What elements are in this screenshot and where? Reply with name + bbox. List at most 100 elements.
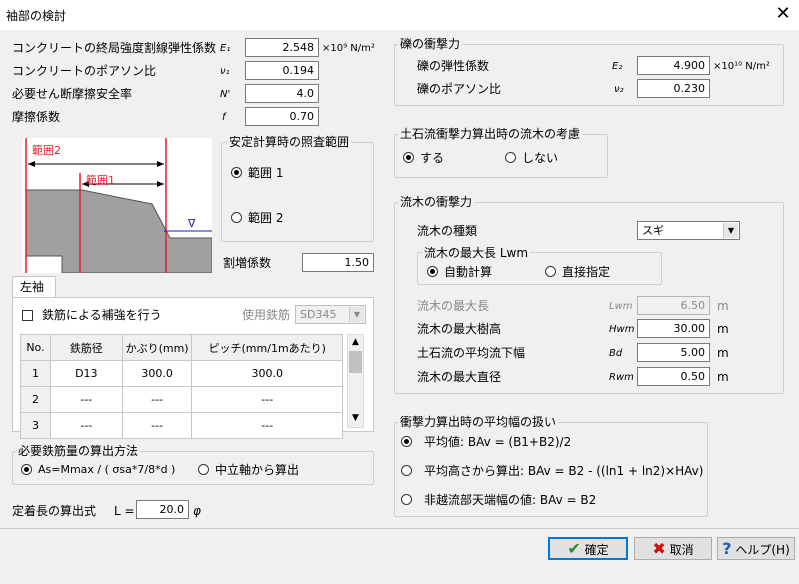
unit-wood-maxlen: m bbox=[717, 299, 729, 313]
label-gravel-modulus: 礫の弾性係数 bbox=[417, 59, 490, 73]
width-avg-radio[interactable] bbox=[401, 436, 412, 447]
cell-cover[interactable]: 300.0 bbox=[121, 360, 193, 387]
width-group-title: 衝撃力算出時の平均幅の扱い bbox=[398, 415, 559, 429]
cross-icon: ✖ bbox=[652, 539, 666, 558]
row-number: 2 bbox=[20, 386, 51, 413]
scroll-thumb[interactable] bbox=[349, 351, 362, 373]
chevron-down-icon: ▼ bbox=[723, 223, 738, 238]
cell-pitch[interactable]: --- bbox=[191, 386, 343, 413]
close-button[interactable]: ✕ bbox=[772, 3, 794, 25]
help-button[interactable]: ? ヘルプ(H) bbox=[717, 537, 795, 560]
flow-width-input[interactable]: 5.00 bbox=[637, 343, 710, 362]
wood-group-title: 流木の衝撃力 bbox=[398, 195, 475, 209]
cell-cover[interactable]: --- bbox=[121, 412, 193, 439]
symbol-nu2: ν₂ bbox=[614, 84, 624, 95]
range1-radio[interactable] bbox=[231, 167, 242, 178]
method-group-title: 必要鉄筋量の算出方法 bbox=[16, 444, 141, 458]
method-neutral-radio[interactable] bbox=[198, 464, 209, 475]
label-wood-maxlen: 流木の最大長 bbox=[417, 299, 490, 313]
table-row[interactable]: 1 D13 300.0 300.0 bbox=[20, 360, 343, 387]
label-gravel-poisson: 礫のポアソン比 bbox=[417, 82, 502, 96]
maxlen-auto-radio[interactable] bbox=[427, 266, 438, 277]
range2-radio[interactable] bbox=[231, 212, 242, 223]
table-row[interactable]: 3 --- --- --- bbox=[20, 412, 343, 439]
help-label: ヘルプ(H) bbox=[735, 543, 790, 557]
symbol-hwm: Hwm bbox=[609, 324, 635, 335]
cell-diameter[interactable]: --- bbox=[49, 412, 123, 439]
range2-label: 範囲2 bbox=[32, 144, 61, 157]
table-row[interactable]: 2 --- --- --- bbox=[20, 386, 343, 413]
shear-safety-input[interactable]: 4.0 bbox=[245, 84, 319, 103]
range1-label: 範囲1 bbox=[86, 174, 115, 187]
symbol-f: f bbox=[222, 112, 226, 123]
debris-yes-option[interactable]: する bbox=[420, 151, 444, 165]
label-friction: 摩擦係数 bbox=[12, 110, 61, 124]
check-icon: ✔ bbox=[567, 539, 581, 558]
rebar-check-label[interactable]: 鉄筋による補強を行う bbox=[42, 308, 162, 322]
method-mmax-option[interactable]: As=Mmax / ( σsa*7/8*d ) bbox=[38, 463, 175, 477]
gravel-poisson-input[interactable]: 0.230 bbox=[637, 79, 710, 98]
title-bar: 袖部の検討 ✕ bbox=[0, 0, 799, 30]
label-anchor-length: 定着長の算出式 bbox=[12, 504, 97, 518]
tab-left-wing[interactable]: 左袖 bbox=[12, 276, 56, 298]
symbol-nu1: ν₁ bbox=[220, 66, 230, 77]
extra-factor-input[interactable]: 1.50 bbox=[302, 253, 374, 272]
col-cover: かぶり(mm) bbox=[121, 334, 193, 361]
scroll-up-icon[interactable]: ▲ bbox=[348, 335, 363, 350]
chevron-down-icon: ▼ bbox=[349, 307, 364, 322]
debris-no-radio[interactable] bbox=[505, 152, 516, 163]
scroll-down-icon[interactable]: ▼ bbox=[348, 411, 363, 426]
method-neutral-option[interactable]: 中立軸から算出 bbox=[215, 463, 299, 477]
wing-figure: 範囲2 範囲1 ∇ bbox=[22, 138, 213, 274]
wood-maxlen-input[interactable]: 6.50 bbox=[637, 296, 710, 315]
wood-type-select[interactable]: スギ ▼ bbox=[637, 221, 740, 240]
range2-option[interactable]: 範囲 2 bbox=[248, 211, 283, 225]
label-concrete-poisson: コンクリートのポアソン比 bbox=[12, 64, 157, 78]
width-crest-option[interactable]: 非越流部天端幅の値: BAv = B2 bbox=[424, 493, 596, 507]
divider bbox=[0, 528, 799, 529]
width-height-radio[interactable] bbox=[401, 465, 412, 476]
steel-select[interactable]: SD345 ▼ bbox=[295, 305, 366, 324]
debris-no-option[interactable]: しない bbox=[522, 151, 558, 165]
range1-option[interactable]: 範囲 1 bbox=[248, 166, 283, 180]
rebar-checkbox[interactable] bbox=[22, 310, 33, 321]
gravel-group bbox=[394, 44, 784, 106]
dialog-body: コンクリートの終局強度割線弾性係数 E₁ 2.548 ×10⁹ N/m² コンク… bbox=[0, 30, 799, 584]
cancel-button[interactable]: ✖ 取消 bbox=[634, 537, 712, 560]
gravel-modulus-input[interactable]: 4.900 bbox=[637, 56, 710, 75]
cell-diameter[interactable]: D13 bbox=[49, 360, 123, 387]
tab-left-wing-label: 左袖 bbox=[20, 280, 45, 294]
wood-diameter-input[interactable]: 0.50 bbox=[637, 367, 710, 386]
table-scrollbar[interactable]: ▲ ▼ bbox=[347, 334, 364, 428]
friction-input[interactable]: 0.70 bbox=[245, 107, 319, 126]
concrete-modulus-input[interactable]: 2.548 bbox=[245, 38, 319, 57]
width-crest-radio[interactable] bbox=[401, 494, 412, 505]
ok-label: 確定 bbox=[584, 543, 609, 557]
method-mmax-radio[interactable] bbox=[21, 464, 32, 475]
label-wood-diameter: 流木の最大直径 bbox=[417, 370, 502, 384]
maxlen-direct-radio[interactable] bbox=[545, 266, 556, 277]
water-level-icon: ∇ bbox=[188, 217, 196, 230]
width-height-option[interactable]: 平均高さから算出: BAv = B2 - ((ln1 + ln2)×HAv) bbox=[424, 464, 703, 478]
label-extra-factor: 割増係数 bbox=[223, 256, 272, 270]
width-avg-option[interactable]: 平均値: BAv = (B1+B2)/2 bbox=[424, 435, 571, 449]
row-number: 1 bbox=[20, 360, 51, 387]
cancel-label: 取消 bbox=[669, 543, 694, 557]
maxlen-auto-option[interactable]: 自動計算 bbox=[444, 265, 492, 279]
unit-gravel-modulus: ×10¹⁰ N/m² bbox=[713, 61, 770, 72]
cell-diameter[interactable]: --- bbox=[49, 386, 123, 413]
symbol-lwm: Lwm bbox=[609, 301, 633, 312]
concrete-poisson-input[interactable]: 0.194 bbox=[245, 61, 319, 80]
debris-yes-radio[interactable] bbox=[403, 152, 414, 163]
steel-select-value: SD345 bbox=[300, 308, 337, 321]
tab-panel: 鉄筋による補強を行う 使用鉄筋 SD345 ▼ No. 鉄筋径 かぶり(mm) … bbox=[12, 297, 374, 439]
cell-pitch[interactable]: --- bbox=[191, 412, 343, 439]
cell-pitch[interactable]: 300.0 bbox=[191, 360, 343, 387]
ok-button[interactable]: ✔ 確定 bbox=[548, 537, 628, 560]
question-icon: ? bbox=[722, 539, 732, 558]
wood-type-value: スギ bbox=[642, 224, 664, 237]
maxlen-direct-option[interactable]: 直接指定 bbox=[562, 265, 610, 279]
cell-cover[interactable]: --- bbox=[121, 386, 193, 413]
anchor-length-input[interactable]: 20.0 bbox=[136, 500, 189, 519]
wood-height-input[interactable]: 30.00 bbox=[637, 319, 710, 338]
